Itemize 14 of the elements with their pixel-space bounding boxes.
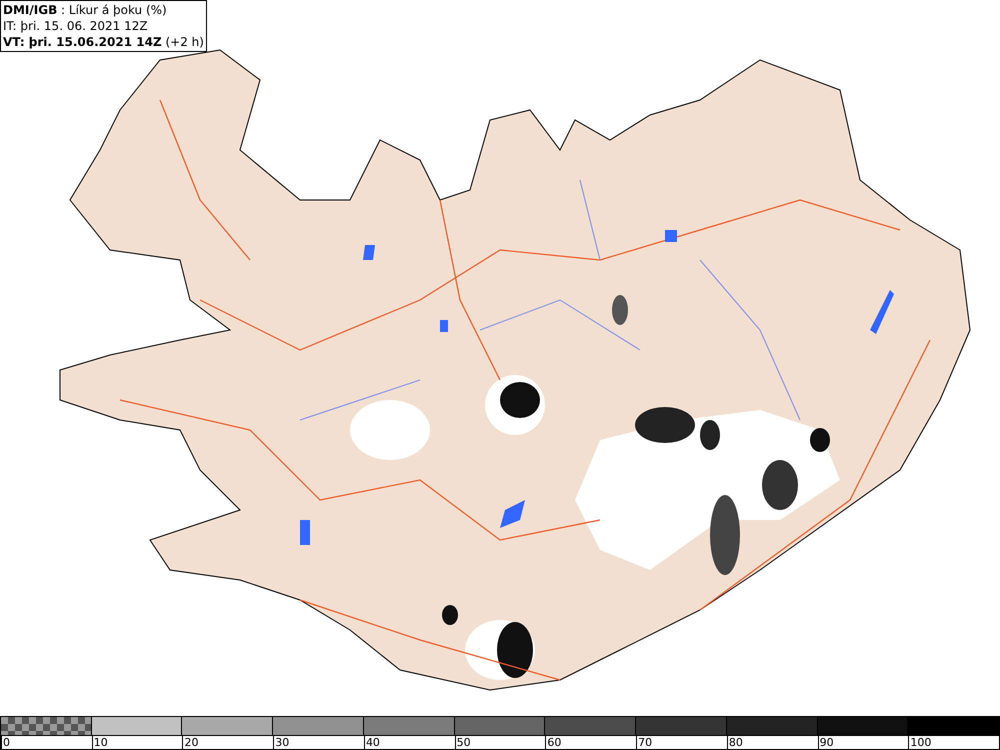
- legend-label: 20: [183, 736, 198, 749]
- legend-label: 40: [364, 736, 380, 749]
- legend-label: 100: [909, 736, 932, 749]
- legend-label: 80: [728, 736, 743, 749]
- legend-label: 30: [274, 736, 290, 749]
- legend-label: 60: [546, 736, 562, 749]
- legend-label: 90: [818, 736, 834, 749]
- legend-label: 10: [92, 736, 108, 749]
- legend-label: 50: [456, 736, 471, 749]
- info-text: DMI/IGB : Líkur á þoku (%): [3, 2, 168, 18]
- info-text: IT: þri. 15. 06. 2021 12Z: [3, 18, 149, 34]
- info-text: VT: þri. 15.06.2021 14Z (+2 h): [3, 34, 204, 50]
- legend-label: 70: [637, 736, 652, 749]
- legend-label: 0: [2, 736, 10, 749]
